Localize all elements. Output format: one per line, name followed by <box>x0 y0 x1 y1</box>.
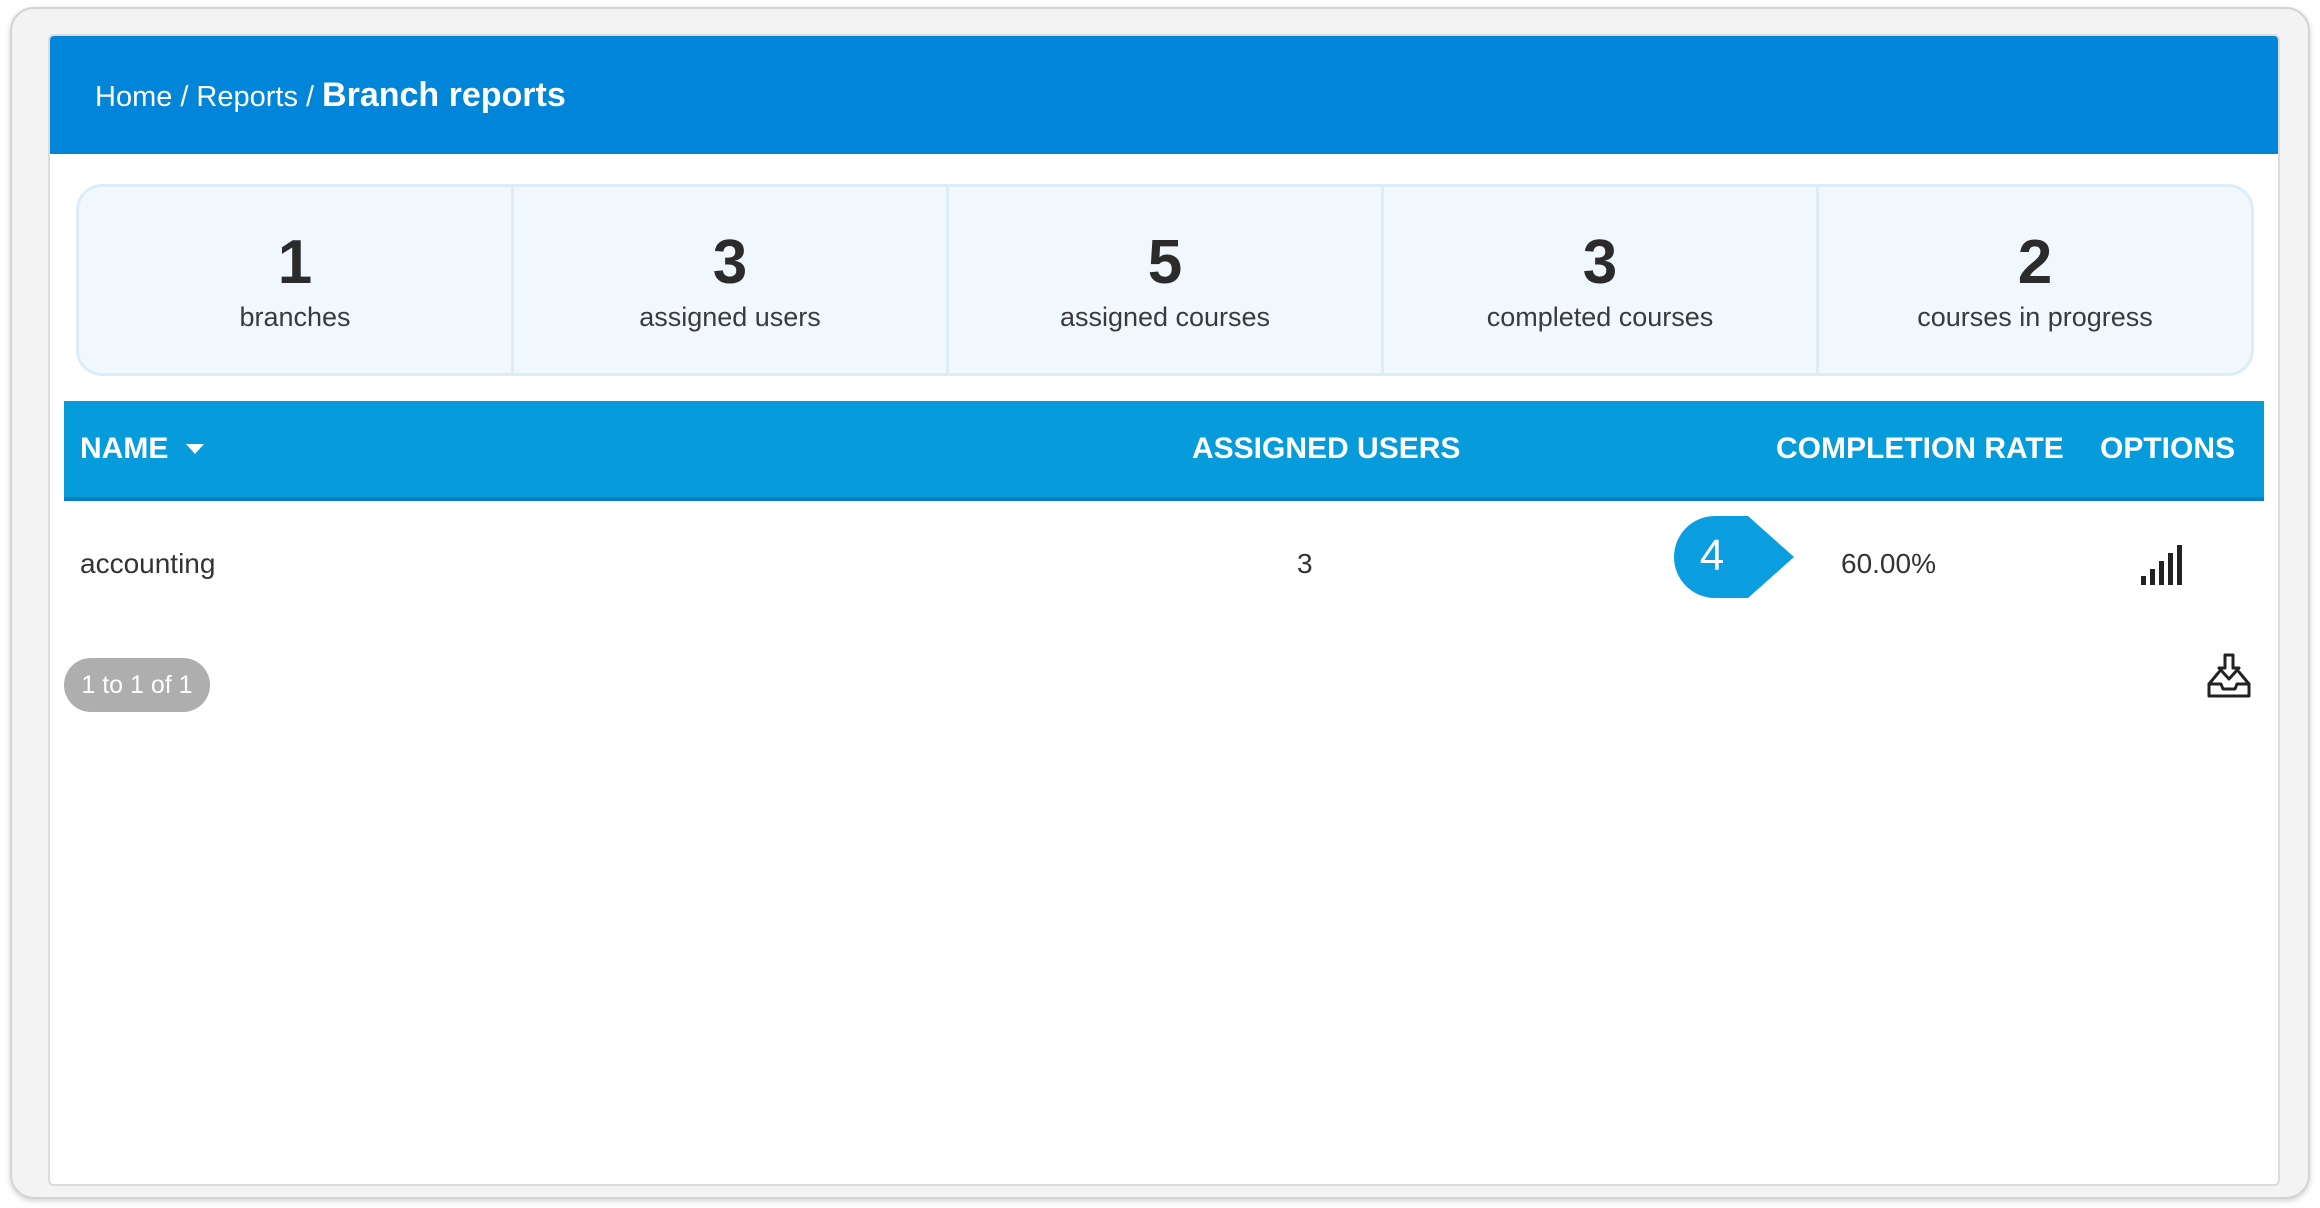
sort-caret-icon[interactable] <box>186 444 205 454</box>
pagination-badge: 1 to 1 of 1 <box>64 658 210 712</box>
screenshot-frame: Home / Reports / Branch reports 1 branch… <box>10 7 2310 1199</box>
page-header: Home / Reports / Branch reports <box>50 36 2278 154</box>
column-header-completion-rate[interactable]: COMPLETION RATE <box>1776 401 2064 497</box>
stat-value: 1 <box>277 227 313 297</box>
step-callout-marker: 4 <box>1672 514 1798 600</box>
column-header-name[interactable]: NAME <box>80 401 205 497</box>
stat-value: 2 <box>2017 227 2053 297</box>
breadcrumb-separator: / <box>180 80 189 113</box>
stat-value: 5 <box>1147 227 1183 297</box>
stat-label: branches <box>239 301 351 332</box>
page-title: Branch reports <box>322 75 566 114</box>
breadcrumb-reports-link[interactable]: Reports <box>196 81 298 114</box>
table-row: accounting 3 60.00% <box>64 501 2264 626</box>
stat-label: assigned users <box>639 301 821 332</box>
breadcrumb-home-link[interactable]: Home <box>95 81 172 114</box>
cell-completion-rate: 60.00% <box>1841 547 1936 579</box>
stat-branches: 1 branches <box>79 187 514 373</box>
stat-assigned-users: 3 assigned users <box>514 187 949 373</box>
table-header: NAME ASSIGNED USERS COMPLETION RATE OPTI… <box>64 401 2264 501</box>
stat-label: courses in progress <box>1917 301 2153 332</box>
column-header-options: OPTIONS <box>2100 432 2236 465</box>
stat-assigned-courses: 5 assigned courses <box>949 187 1384 373</box>
breadcrumb-separator: / <box>305 80 315 113</box>
stat-label: assigned courses <box>1059 301 1271 332</box>
stat-label: completed courses <box>1486 301 1714 332</box>
cell-assigned-users: 3 <box>1297 547 1313 579</box>
bar-chart-icon[interactable] <box>2139 501 2185 626</box>
stat-courses-in-progress: 2 courses in progress <box>1819 187 2251 373</box>
callout-number: 4 <box>1700 531 1724 580</box>
stat-value: 3 <box>1582 227 1618 297</box>
export-download-icon[interactable] <box>2205 652 2253 700</box>
stat-value: 3 <box>712 227 748 297</box>
column-header-label: NAME <box>80 432 169 465</box>
stat-completed-courses: 3 completed courses <box>1384 187 1819 373</box>
breadcrumb: Home / Reports / Branch reports <box>95 76 566 115</box>
stats-summary: 1 branches 3 assigned users 5 assigned c… <box>76 184 2254 376</box>
reports-panel: Home / Reports / Branch reports 1 branch… <box>48 34 2280 1186</box>
cell-name[interactable]: accounting <box>80 501 215 626</box>
column-header-assigned-users[interactable]: ASSIGNED USERS <box>1192 401 1460 497</box>
